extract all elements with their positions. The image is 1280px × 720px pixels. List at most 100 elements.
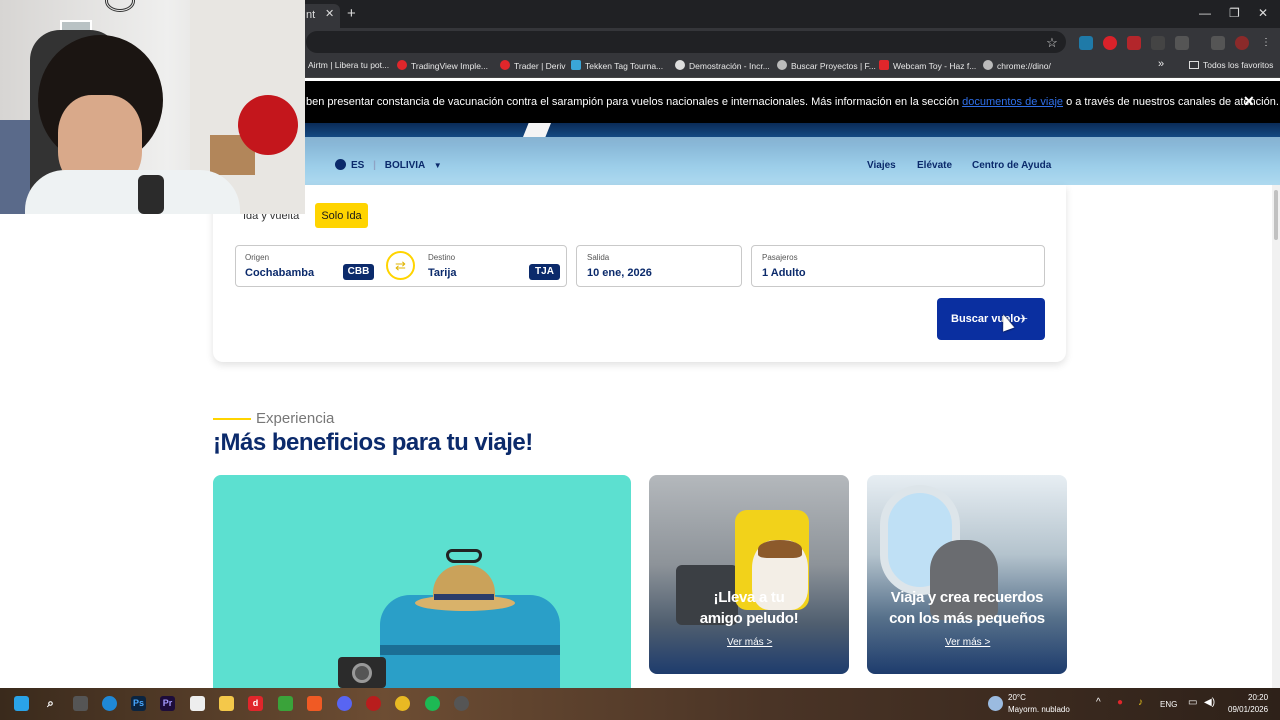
weather-desc[interactable]: Mayorm. nublado [1008, 705, 1070, 714]
language-country-selector[interactable]: ES | BOLIVIA ▼ [335, 159, 442, 171]
clock-time[interactable]: 20:20 [1248, 693, 1268, 702]
network-icon[interactable]: ▭ [1188, 697, 1197, 708]
separator: | [373, 160, 376, 171]
webcam-person-shirt [25, 170, 240, 214]
bookmark-favicon-icon [675, 60, 685, 70]
bookmark-favicon-icon [500, 60, 510, 70]
extension-icon[interactable] [1151, 36, 1165, 50]
discord-icon[interactable] [337, 696, 352, 711]
bookmark-item[interactable]: Demostración - Incr... [675, 60, 770, 71]
chrome-icon[interactable] [395, 696, 410, 711]
bookmark-item[interactable]: chrome://dino/ [983, 60, 1051, 71]
bookmark-item[interactable]: Buscar Proyectos | F... [777, 60, 876, 71]
bookmark-favicon-icon [777, 60, 787, 70]
kids-card-title: Viaja y crea recuerdos con los más pequeñ… [889, 589, 1045, 627]
reading-list-icon[interactable] [1211, 36, 1225, 50]
edge-icon[interactable] [102, 696, 117, 711]
search-flight-button[interactable]: Buscar vuelo [937, 298, 1045, 340]
bookmark-favicon-icon [397, 60, 407, 70]
clock-date[interactable]: 09/01/2026 [1228, 705, 1268, 714]
photoshop-icon[interactable]: Ps [131, 696, 146, 711]
chevron-down-icon: ▼ [433, 161, 442, 170]
webcam-overlay [0, 0, 305, 214]
profile-avatar[interactable] [1235, 36, 1249, 50]
address-input[interactable] [306, 31, 1066, 53]
section-title: ¡Más beneficios para tu viaje! [213, 429, 533, 456]
destination-label: Destino [428, 253, 456, 262]
windows-start-icon[interactable] [14, 696, 29, 711]
trip-oneway-tab[interactable]: Solo Ida [315, 203, 368, 228]
tray-overflow-icon[interactable]: ^ [1096, 697, 1101, 708]
window-close-icon[interactable]: ✕ [1258, 6, 1268, 20]
premiere-icon[interactable]: Pr [160, 696, 175, 711]
menu-kebab-icon[interactable]: ⋮ [1259, 36, 1273, 50]
search-icon[interactable]: ⌕ [43, 696, 58, 711]
sunglasses-image [446, 549, 482, 563]
dog-ears [758, 540, 802, 558]
notice-text: ben presentar constancia de vacunación c… [306, 96, 1279, 108]
input-language[interactable]: ENG [1160, 700, 1177, 709]
minimize-icon[interactable]: — [1199, 6, 1211, 20]
origin-label: Origen [245, 253, 270, 262]
spotify-icon[interactable] [425, 696, 440, 711]
all-bookmarks-folder[interactable]: Todos los favoritos [1189, 60, 1273, 70]
nav-elevate[interactable]: Elévate [917, 160, 952, 171]
passengers-value: 1 Adulto [762, 267, 806, 279]
obs-icon[interactable] [454, 696, 469, 711]
pets-see-more-link[interactable]: Ver más > [727, 637, 772, 648]
minecraft-icon[interactable] [278, 696, 293, 711]
passengers-label: Pasajeros [762, 253, 798, 262]
file-explorer-icon[interactable] [219, 696, 234, 711]
bookmark-item[interactable]: Tekken Tag Tourna... [571, 60, 663, 71]
bookmark-favicon-icon [879, 60, 889, 70]
nav-viajes[interactable]: Viajes [867, 160, 896, 171]
language-code: ES [351, 160, 365, 171]
weather-temp[interactable]: 20°C [1008, 693, 1026, 702]
departure-date: 10 ene, 2026 [587, 267, 652, 279]
extension-icon[interactable] [1079, 36, 1093, 50]
suitcase-band [380, 645, 560, 655]
section-kicker: Experiencia [256, 410, 335, 427]
store-icon[interactable] [190, 696, 205, 711]
brave-icon[interactable] [307, 696, 322, 711]
plane-takeoff-icon: ✈ [1018, 312, 1029, 326]
bookmark-item[interactable]: Webcam Toy - Haz f... [879, 60, 976, 71]
volume-icon[interactable]: ◀) [1204, 697, 1215, 708]
bookmark-favicon-icon [571, 60, 581, 70]
microphone-icon[interactable]: ♪ [1138, 697, 1143, 708]
webcam-plush-toy [238, 95, 298, 155]
departure-label: Salida [587, 253, 610, 262]
weather-cloud-icon [988, 696, 1003, 711]
destination-code-badge: TJA [529, 264, 560, 280]
maximize-icon[interactable]: ❐ [1229, 6, 1240, 20]
bookmark-item[interactable]: Trader | Deriv [500, 60, 566, 71]
page-scrollbar[interactable] [1272, 185, 1280, 688]
webcam-microphone [138, 175, 164, 214]
tray-app-icon[interactable]: ● [1117, 697, 1123, 708]
passengers-field[interactable]: Pasajeros 1 Adulto [751, 245, 1045, 287]
extension-icon[interactable] [1103, 36, 1117, 50]
bookmark-star-icon[interactable]: ☆ [1045, 36, 1059, 50]
tab-close-icon[interactable]: ✕ [325, 7, 334, 20]
swap-route-icon[interactable]: ⇄ [386, 251, 415, 280]
task-view-icon[interactable] [73, 696, 88, 711]
departure-date-field[interactable]: Salida 10 ene, 2026 [576, 245, 742, 287]
app-icon[interactable] [366, 696, 381, 711]
scrollbar-thumb[interactable] [1274, 190, 1278, 240]
extensions-puzzle-icon[interactable] [1175, 36, 1189, 50]
bookmark-item[interactable]: Airtm | Libera tu pot... [308, 60, 389, 70]
folder-icon [1189, 61, 1199, 69]
kicker-accent-line [213, 418, 251, 420]
extension-icon[interactable] [1127, 36, 1141, 50]
notice-close-icon[interactable]: ✕ [1243, 93, 1255, 110]
bookmarks-overflow-icon[interactable]: » [1158, 58, 1164, 70]
nav-help-center[interactable]: Centro de Ayuda [972, 160, 1051, 171]
new-tab-icon[interactable]: + [347, 5, 356, 22]
travel-documents-link[interactable]: documentos de viaje [962, 96, 1063, 108]
deriv-icon[interactable]: d [248, 696, 263, 711]
tab-title: nt [306, 9, 316, 21]
kids-see-more-link[interactable]: Ver más > [945, 637, 990, 648]
hat-band [434, 594, 494, 600]
bookmark-item[interactable]: TradingView Imple... [397, 60, 488, 71]
pets-card-title: ¡Lleva a tu amigo peludo! [699, 589, 799, 627]
